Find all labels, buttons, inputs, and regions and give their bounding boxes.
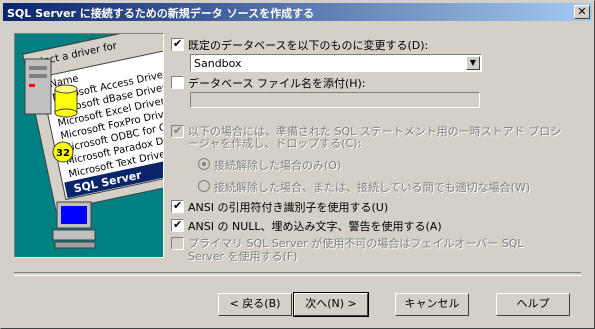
radio-disconnect-or-connected-label: 接続解除した場合、または、接続している間でも適切な場合(W) — [214, 181, 531, 194]
stored-proc-checkbox[interactable]: ✔ — [171, 124, 184, 138]
failover-checkbox[interactable] — [171, 237, 184, 250]
wizard-illustration: Select a driver for Name Microsoft Acces… — [14, 33, 164, 258]
odbc-32-icon: 32 — [52, 141, 74, 163]
database-icon — [54, 84, 78, 118]
database-select[interactable]: Sandbox ▼ — [190, 54, 482, 72]
attach-file-checkbox[interactable] — [171, 76, 184, 89]
close-icon: ✕ — [577, 5, 587, 18]
ansi-nulls-label: ANSI の NULL、埋め込み文字、警告を使用する(A) — [188, 220, 442, 233]
window-title: SQL Server に接続するための新規データ ソースを作成する — [7, 7, 315, 20]
quoted-ids-checkbox[interactable]: ✔ — [171, 199, 184, 213]
close-button[interactable]: ✕ — [574, 5, 590, 19]
quoted-ids-label: ANSI の引用符付き識別子を使用する(U) — [188, 201, 389, 214]
back-button[interactable]: < 戻る(B) — [218, 293, 292, 316]
odbc-32-badge: 32 — [56, 148, 70, 159]
change-db-label: 既定のデータベースを以下のものに変更する(D): — [188, 39, 429, 52]
checkmark-icon: ✔ — [173, 124, 183, 137]
checkmark-icon: ✔ — [173, 199, 183, 212]
stored-proc-label-line2: ージャを作成し、ドロップする(C): — [188, 137, 362, 150]
radio-disconnect-or-connected[interactable] — [198, 180, 210, 192]
next-button[interactable]: 次へ(N) > — [293, 292, 369, 317]
server-icon — [24, 58, 52, 115]
attach-file-input[interactable] — [190, 92, 480, 108]
button-separator — [14, 272, 581, 276]
failover-label-line2: Server を使用する(F) — [188, 250, 298, 263]
radio-disconnect-only-label: 接続解除した場合のみ(O) — [214, 159, 342, 172]
driver-list-illustration: Select a driver for Name Microsoft Acces… — [15, 34, 163, 257]
help-button[interactable]: ヘルプ — [496, 293, 570, 316]
title-bar: SQL Server に接続するための新規データ ソースを作成する ✕ — [3, 3, 592, 21]
attach-file-label: データベース ファイル名を添付(H): — [188, 77, 366, 90]
ansi-nulls-checkbox[interactable]: ✔ — [171, 218, 184, 232]
radio-disconnect-only[interactable] — [198, 158, 210, 170]
chevron-down-icon[interactable]: ▼ — [466, 56, 480, 70]
change-db-checkbox[interactable]: ✔ — [171, 37, 184, 51]
database-select-value: Sandbox — [194, 57, 242, 70]
cancel-button[interactable]: キャンセル — [395, 293, 469, 316]
checkmark-icon: ✔ — [173, 218, 183, 231]
checkmark-icon: ✔ — [173, 37, 183, 50]
